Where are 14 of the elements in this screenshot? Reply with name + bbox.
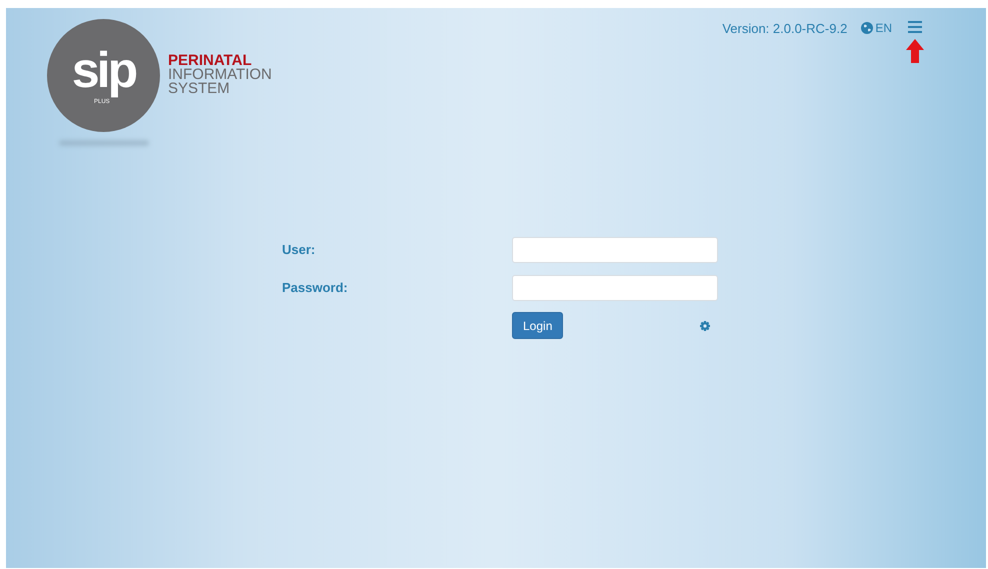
logo-title-line: PERINATAL <box>168 54 252 68</box>
field-label: Password: <box>282 279 348 298</box>
field-label: User: <box>282 241 316 260</box>
language-selector[interactable]: EN <box>861 19 892 37</box>
version-label: Version: 2.0.0-RC-9.2 <box>722 20 848 38</box>
menu-icon[interactable] <box>908 21 922 33</box>
logo-title-line: SYSTEM <box>168 82 231 96</box>
globe-icon <box>861 22 874 34</box>
settings-icon[interactable] <box>700 320 710 330</box>
input-field[interactable] <box>512 237 718 263</box>
arrow-icon <box>906 39 924 63</box>
login-button[interactable]: Login <box>512 312 564 339</box>
logo-title-line: INFORMATION <box>168 68 272 82</box>
input-field[interactable] <box>512 275 718 301</box>
